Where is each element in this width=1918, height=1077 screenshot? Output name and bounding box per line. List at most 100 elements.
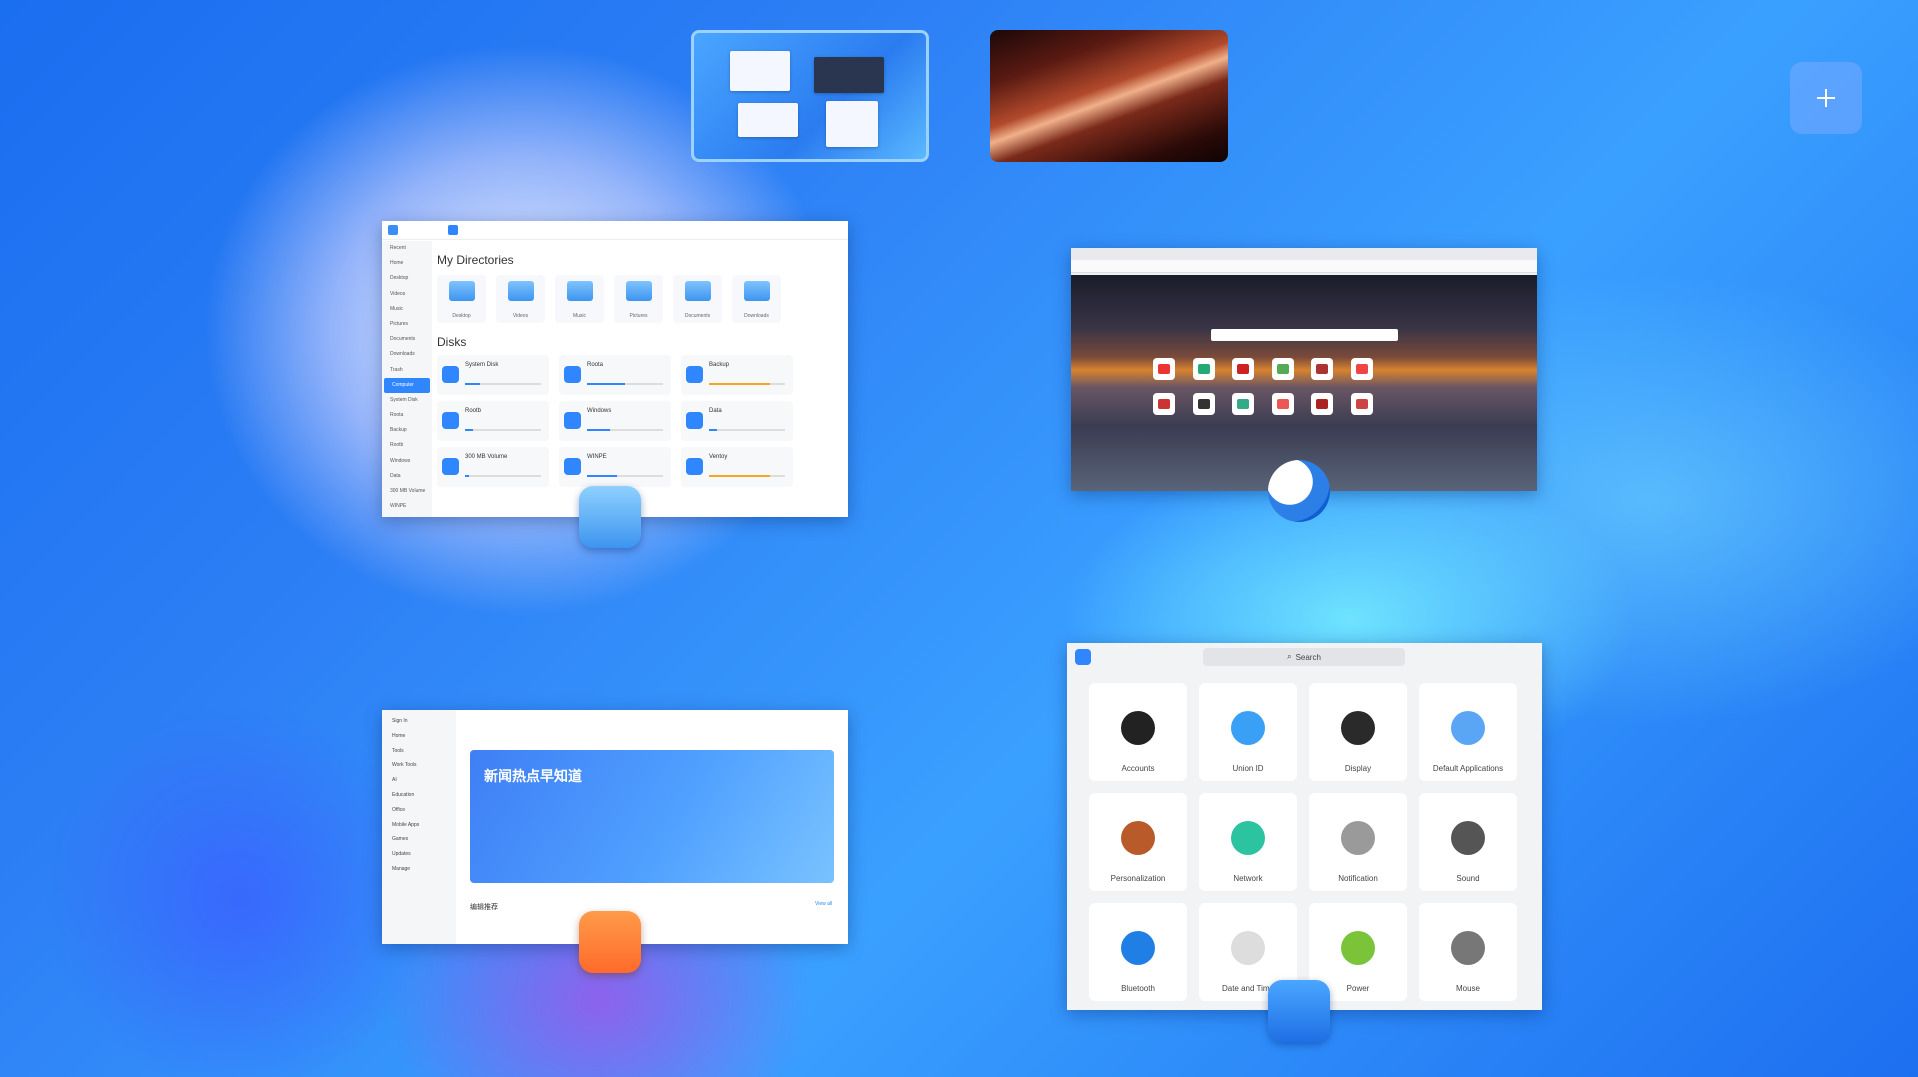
sidebar-item[interactable]: 300 MB Volume (382, 484, 432, 499)
sidebar-item[interactable]: System Disk (382, 393, 432, 408)
disk-tile[interactable]: Roota (559, 355, 671, 395)
folder-icon (448, 281, 475, 301)
disk-tile[interactable]: Data (681, 401, 793, 441)
settings-card[interactable]: Bluetooth (1089, 903, 1187, 1001)
workspace-thumbnail-2[interactable] (990, 30, 1228, 162)
settings-card[interactable]: Default Applications (1419, 683, 1517, 781)
sidebar-item[interactable]: Documents (382, 332, 432, 347)
sidebar-item[interactable]: Trash (382, 363, 432, 378)
sidebar-item[interactable]: Games (382, 832, 456, 847)
sidebar-item[interactable]: Roota (382, 408, 432, 423)
directory-tile[interactable]: Desktop (437, 275, 486, 323)
disk-icon (442, 412, 459, 429)
file-manager-window[interactable]: Recent Home Desktop Videos Music Pictures Docu… (382, 221, 848, 517)
shortcut-tile[interactable] (1153, 393, 1175, 415)
sidebar-item[interactable]: Updates (382, 847, 456, 862)
folder-icon (625, 281, 652, 301)
directory-tile[interactable]: Downloads (732, 275, 781, 323)
sidebar-item[interactable]: AI (382, 773, 456, 788)
sidebar-item[interactable]: Sign In (382, 714, 456, 729)
section-title: 编辑推荐 (470, 904, 498, 911)
app-store-window[interactable]: Sign In Home Tools Work Tools AI Education Off… (382, 710, 848, 944)
settings-card-label: Bluetooth (1121, 984, 1155, 993)
shortcut-tile[interactable] (1271, 393, 1294, 415)
sidebar-item[interactable]: Work Tools (382, 758, 456, 773)
shortcut-tile[interactable] (1232, 358, 1254, 380)
sidebar-item[interactable]: Education (382, 788, 456, 803)
sidebar-item[interactable]: Recent (382, 241, 432, 256)
directory-tile[interactable]: Pictures (614, 275, 663, 323)
shortcut-tile[interactable] (1350, 358, 1373, 380)
sidebar-item[interactable]: Mobile Apps (382, 818, 456, 833)
settings-card[interactable]: Mouse (1419, 903, 1517, 1001)
sidebar-item[interactable]: Home (382, 256, 432, 271)
disk-icon (442, 366, 459, 383)
disk-name: Backup (709, 362, 730, 368)
disk-usage-bar (587, 475, 663, 477)
directory-tile[interactable]: Documents (673, 275, 722, 323)
sidebar-item[interactable]: Tools (382, 744, 456, 759)
sound-icon (1451, 821, 1485, 855)
sidebar-item[interactable]: Music (382, 302, 432, 317)
settings-card[interactable]: Sound (1419, 793, 1517, 891)
disk-usage-bar (465, 475, 541, 477)
sidebar-item[interactable]: Rootb (382, 438, 432, 453)
disk-tile[interactable]: 300 MB Volume (437, 447, 549, 487)
sidebar-item[interactable]: Computer (384, 377, 430, 393)
search-input[interactable]: ⌕ Search (1203, 648, 1405, 666)
directory-tile[interactable]: Videos (496, 275, 545, 323)
view-all-link[interactable]: View all (815, 901, 832, 907)
bluetooth-icon (1121, 931, 1155, 965)
mouse-icon (1451, 931, 1485, 965)
workspace-thumbnail-1[interactable] (691, 30, 929, 162)
folder-icon (566, 281, 593, 301)
shortcut-tile[interactable] (1192, 393, 1215, 415)
sidebar-item[interactable]: Office (382, 803, 456, 818)
disk-tile[interactable]: Ventoy (681, 447, 793, 487)
sidebar-item[interactable]: Desktop (382, 271, 432, 286)
settings-card[interactable]: Display (1309, 683, 1407, 781)
disk-tile[interactable]: Windows (559, 401, 671, 441)
disk-usage-bar (709, 475, 785, 477)
mini-window (814, 57, 884, 93)
shortcut-tile[interactable] (1271, 358, 1294, 380)
disk-usage-bar (587, 383, 663, 385)
browser-window[interactable] (1071, 248, 1537, 491)
disk-tile[interactable]: System Disk (437, 355, 549, 395)
settings-card[interactable]: Network (1199, 793, 1297, 891)
sidebar-item[interactable]: Home (382, 729, 456, 744)
disk-usage-bar (709, 429, 785, 431)
shortcut-tile[interactable] (1153, 358, 1175, 380)
settings-card-label: Union ID (1232, 764, 1264, 773)
disk-name: System Disk (465, 362, 499, 368)
shortcut-tile[interactable] (1192, 358, 1215, 380)
sidebar-item[interactable]: Downloads (382, 347, 432, 362)
disk-name: Roota (587, 362, 604, 368)
disk-tile[interactable]: Backup (681, 355, 793, 395)
shortcut-tile[interactable] (1350, 393, 1373, 415)
sidebar: Recent Home Desktop Videos Music Pictures Docu… (382, 241, 432, 517)
shortcut-tile[interactable] (1311, 358, 1333, 380)
settings-card[interactable]: Personalization (1089, 793, 1187, 891)
disk-tile[interactable]: Rootb (437, 401, 549, 441)
sidebar-item[interactable]: WINPE (382, 499, 432, 514)
add-workspace-button[interactable] (1790, 62, 1862, 134)
sidebar-item[interactable]: Backup (382, 423, 432, 438)
disk-usage-bar (465, 429, 541, 431)
sidebar-item[interactable]: Manage (382, 862, 456, 877)
accounts-icon (1121, 711, 1155, 745)
sidebar-item[interactable]: Data (382, 469, 432, 484)
directory-tile[interactable]: Music (555, 275, 604, 323)
shortcut-tile[interactable] (1311, 393, 1333, 415)
network-icon (1231, 821, 1265, 855)
control-center-window[interactable]: ⌕ Search Accounts Union ID Display Default … (1067, 643, 1542, 1010)
settings-card[interactable]: Notification (1309, 793, 1407, 891)
shortcut-tile[interactable] (1232, 393, 1254, 415)
settings-card[interactable]: Union ID (1199, 683, 1297, 781)
sidebar-item[interactable]: Windows (382, 454, 432, 469)
directory-label: Videos (512, 313, 529, 319)
sidebar-item[interactable]: Pictures (382, 317, 432, 332)
sidebar-item[interactable]: Videos (382, 287, 432, 302)
disk-tile[interactable]: WINPE (559, 447, 671, 487)
settings-card[interactable]: Accounts (1089, 683, 1187, 781)
